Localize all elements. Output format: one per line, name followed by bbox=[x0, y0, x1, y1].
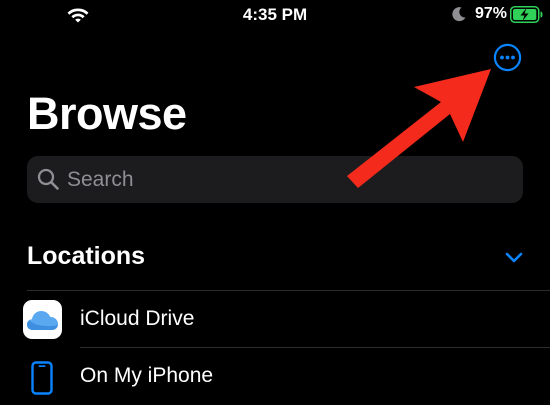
more-options-button[interactable] bbox=[493, 43, 522, 72]
locations-header: Locations bbox=[27, 242, 146, 270]
status-bar: 4:35 PM 97% bbox=[0, 0, 550, 30]
location-item-icloud-drive[interactable]: iCloud Drive bbox=[0, 291, 550, 347]
ellipsis-circle-icon bbox=[493, 43, 522, 72]
moon-icon bbox=[452, 7, 466, 22]
search-input[interactable] bbox=[65, 164, 509, 196]
page-title: Browse bbox=[27, 88, 187, 139]
location-item-on-my-iphone[interactable]: On My iPhone bbox=[0, 348, 550, 404]
location-item-label: On My iPhone bbox=[80, 364, 214, 387]
battery-charging-icon bbox=[510, 6, 543, 23]
search-icon bbox=[37, 168, 59, 190]
battery-percent: 97% bbox=[475, 5, 508, 22]
status-time: 4:35 PM bbox=[242, 5, 308, 24]
iphone-icon bbox=[31, 361, 53, 395]
location-item-label: iCloud Drive bbox=[80, 307, 195, 330]
icloud-drive-icon bbox=[23, 300, 62, 339]
chevron-down-icon[interactable] bbox=[503, 249, 525, 265]
search-bar[interactable] bbox=[27, 156, 523, 203]
